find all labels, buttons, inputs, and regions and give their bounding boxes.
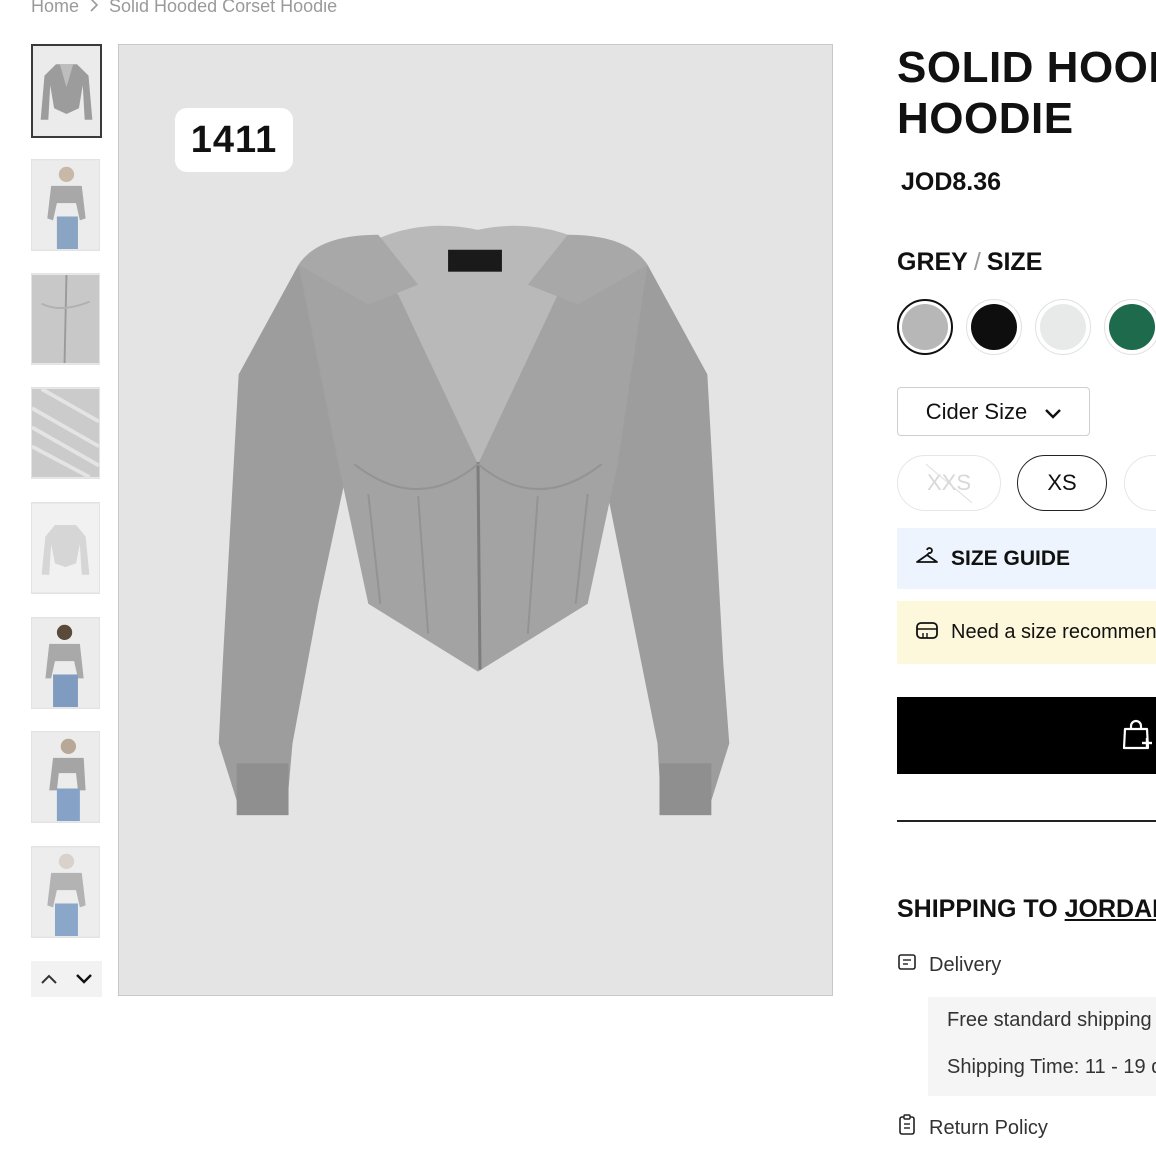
thumbnail-hoodie-back[interactable] [31, 502, 100, 594]
thumbnail-hoodie-front[interactable] [31, 44, 102, 138]
hoodie-illustration [119, 45, 832, 995]
hanger-icon [915, 545, 939, 573]
chevron-up-icon[interactable] [34, 964, 64, 994]
breadcrumb-home-link[interactable]: Home [31, 0, 79, 17]
shipping-country-link[interactable]: JORDAN [1065, 895, 1156, 923]
tape-measure-icon [915, 619, 939, 647]
shopping-bag-plus-icon [1121, 718, 1155, 757]
product-title: SOLID HOOD HOODIE [897, 43, 1156, 143]
thumbnail-model-back[interactable] [31, 846, 100, 938]
size-system-value: Cider Size [925, 398, 1028, 424]
section-divider [897, 820, 1156, 822]
size-system-select[interactable]: Cider Size [897, 387, 1090, 436]
breadcrumb-current: Solid Hooded Corset Hoodie [109, 0, 338, 16]
return-policy-row[interactable]: Return Policy [897, 1114, 1048, 1142]
thumbnail-model-front[interactable] [31, 159, 100, 251]
chevron-down-icon [1045, 399, 1062, 425]
shipping-details: Free standard shipping on orders Shippin… [928, 997, 1156, 1096]
shipping-time-text: Shipping Time: 11 - 19 days [947, 1056, 1156, 1078]
chevron-down-icon[interactable] [69, 964, 99, 994]
thumbnail-fabric-detail-1[interactable] [31, 273, 100, 365]
main-product-image[interactable] [118, 44, 833, 996]
free-shipping-text: Free standard shipping on orders [947, 1009, 1156, 1031]
selected-color-name: GREY [897, 248, 968, 276]
swatch-white[interactable] [1035, 299, 1091, 355]
return-policy-icon [897, 1114, 917, 1142]
breadcrumb: Home Solid Hooded Corset Hoodie [31, 0, 337, 17]
thumbnail-model-pose-1[interactable] [31, 617, 100, 709]
size-option-xs[interactable]: XS [1017, 455, 1107, 511]
size-guide-button[interactable]: SIZE GUIDE [897, 528, 1156, 589]
image-number-badge: 1411 [175, 108, 293, 172]
chevron-right-icon [89, 0, 99, 16]
swatch-green[interactable] [1104, 299, 1156, 355]
swatch-black[interactable] [966, 299, 1022, 355]
delivery-icon [897, 952, 917, 978]
thumbnail-navigation [31, 961, 102, 997]
swatch-grey[interactable] [897, 299, 953, 355]
thumbnail-fabric-detail-2[interactable] [31, 387, 100, 479]
size-label: SIZE [986, 248, 1043, 276]
color-size-label: GREY / SIZE [897, 248, 1043, 276]
product-price: JOD8.36 [901, 168, 1002, 196]
thumbnail-model-pose-2[interactable] [31, 731, 100, 823]
size-option-next[interactable] [1124, 455, 1156, 511]
shipping-title: SHIPPING TO JORDAN [897, 895, 1156, 924]
add-to-bag-button[interactable] [897, 697, 1156, 774]
delivery-row[interactable]: Delivery [897, 952, 1001, 978]
size-option-xxs[interactable]: XXS [897, 455, 1001, 511]
size-recommendation-banner[interactable]: Need a size recommendation? [897, 601, 1156, 664]
